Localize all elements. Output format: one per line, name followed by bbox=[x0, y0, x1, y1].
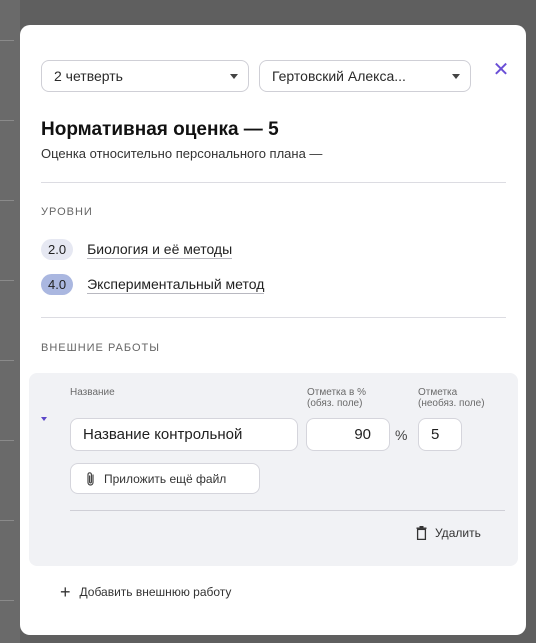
percent-column-label: Отметка в % (обяз. поле) bbox=[307, 387, 366, 409]
background-strip bbox=[0, 0, 20, 643]
divider bbox=[41, 317, 506, 318]
assessment-modal: 2 четверть Гертовский Алекса... ✕ Нормат… bbox=[20, 25, 526, 635]
add-external-work-label: Добавить внешнюю работу bbox=[79, 585, 232, 599]
level-item[interactable]: 2.0 Биология и её методы bbox=[41, 238, 233, 260]
level-value-badge: 4.0 bbox=[41, 273, 74, 295]
quarter-select[interactable]: 2 четверть bbox=[41, 60, 249, 92]
mark-input[interactable]: 5 bbox=[418, 418, 462, 451]
chevron-down-icon bbox=[230, 73, 238, 79]
paperclip-icon bbox=[85, 471, 96, 487]
percent-column-label-line2: (обяз. поле) bbox=[307, 398, 363, 409]
mark-column-label: Отметка (необяз. поле) bbox=[418, 387, 485, 409]
plus-icon: + bbox=[60, 582, 71, 602]
divider bbox=[41, 182, 506, 183]
percent-input[interactable]: 90 bbox=[306, 418, 390, 451]
page-subtitle: Оценка относительно персонального плана … bbox=[41, 146, 323, 161]
level-value-badge: 2.0 bbox=[41, 238, 74, 260]
background-divider bbox=[0, 280, 14, 281]
background-divider bbox=[0, 200, 14, 201]
delete-button[interactable]: Удалить bbox=[416, 526, 481, 540]
add-external-work-button[interactable]: + Добавить внешнюю работу bbox=[60, 582, 232, 602]
mark-column-label-line1: Отметка bbox=[418, 387, 458, 398]
background-divider bbox=[0, 40, 14, 41]
name-column-label: Название bbox=[70, 387, 115, 398]
level-name-link[interactable]: Экспериментальный метод bbox=[87, 275, 265, 294]
student-select-value: Гертовский Алекса... bbox=[272, 68, 406, 84]
work-name-input[interactable]: Название контрольной bbox=[70, 418, 298, 451]
chevron-down-icon bbox=[452, 73, 460, 79]
percent-column-label-line1: Отметка в % bbox=[307, 387, 366, 398]
background-divider bbox=[0, 600, 14, 601]
collapse-marker-icon[interactable] bbox=[41, 417, 47, 421]
attach-file-label: Приложить ещё файл bbox=[104, 471, 227, 486]
background-divider bbox=[0, 440, 14, 441]
attach-file-button[interactable]: Приложить ещё файл bbox=[70, 463, 260, 494]
trash-icon bbox=[416, 526, 427, 540]
card-divider bbox=[70, 510, 505, 511]
levels-section-label: УРОВНИ bbox=[41, 206, 93, 218]
background-divider bbox=[0, 360, 14, 361]
level-name-link[interactable]: Биология и её методы bbox=[87, 240, 233, 259]
mark-column-label-line2: (необяз. поле) bbox=[418, 398, 485, 409]
level-item[interactable]: 4.0 Экспериментальный метод bbox=[41, 273, 265, 295]
external-works-section-label: ВНЕШНИЕ РАБОТЫ bbox=[41, 342, 160, 354]
quarter-select-value: 2 четверть bbox=[54, 68, 123, 84]
background-divider bbox=[0, 120, 14, 121]
close-icon[interactable]: ✕ bbox=[490, 60, 512, 82]
percent-sign: % bbox=[395, 427, 408, 443]
delete-label: Удалить bbox=[435, 526, 481, 540]
page-title: Нормативная оценка — 5 bbox=[41, 119, 279, 140]
background-divider bbox=[0, 520, 14, 521]
student-select[interactable]: Гертовский Алекса... bbox=[259, 60, 471, 92]
